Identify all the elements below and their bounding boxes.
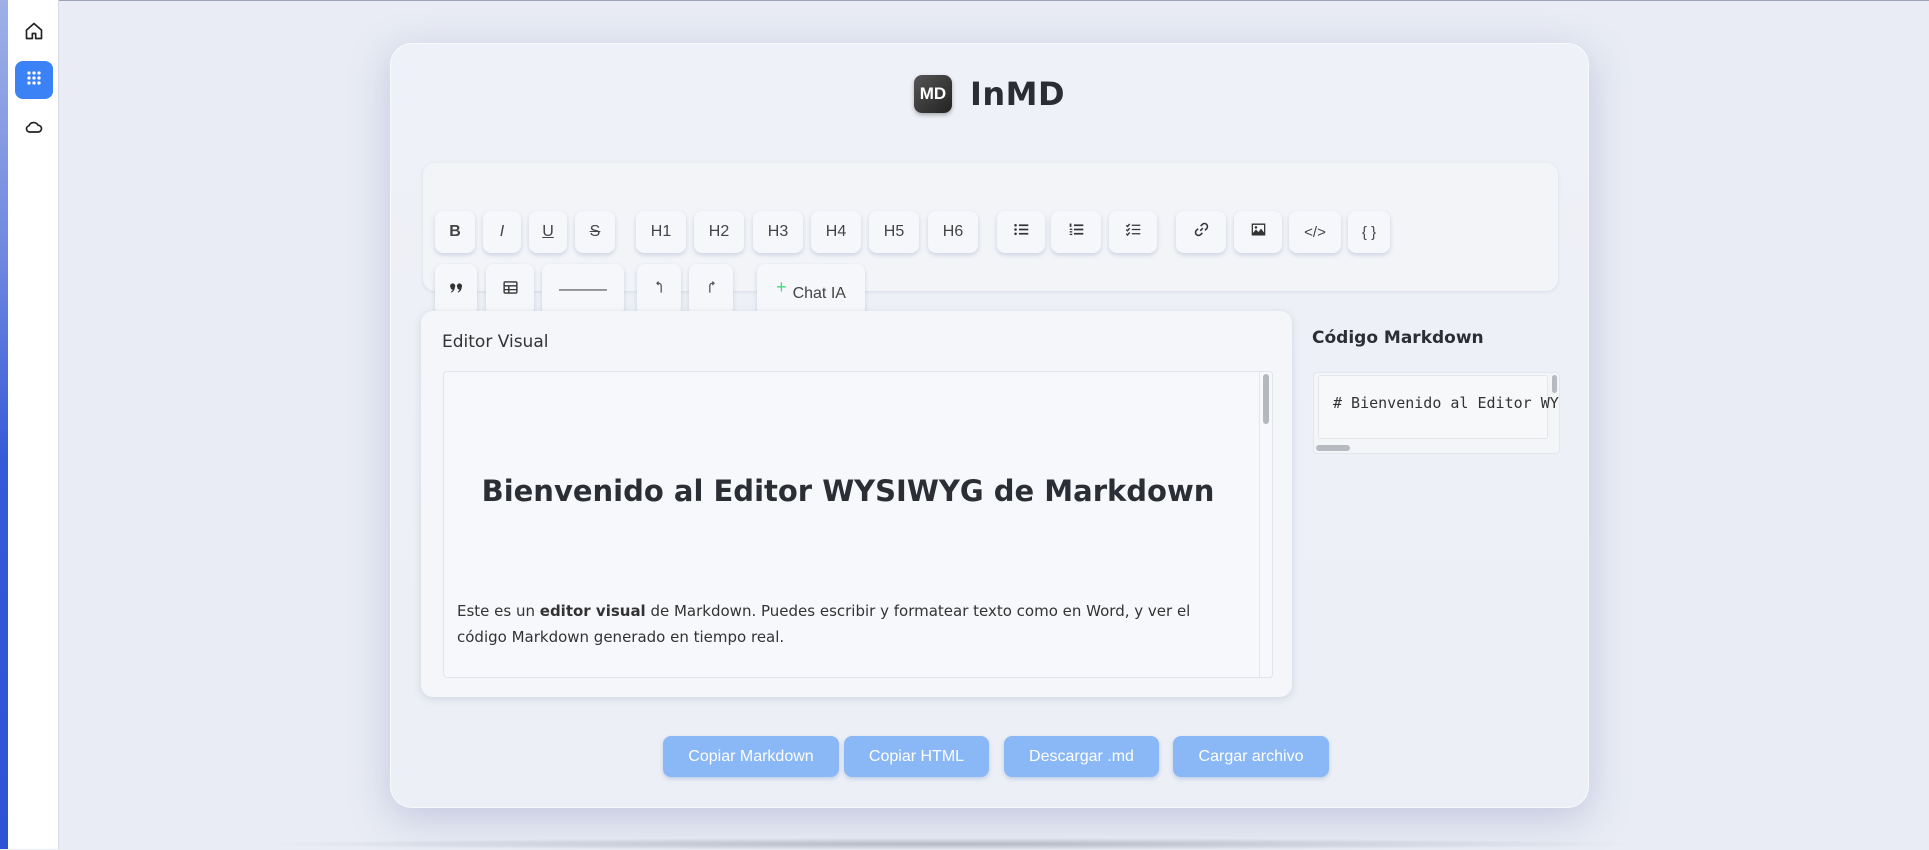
image-button[interactable]: [1234, 211, 1282, 253]
redo-button[interactable]: [689, 264, 733, 316]
window-shadow: [250, 838, 1650, 850]
image-icon: [1250, 221, 1267, 243]
visual-editor-panel: Editor Visual Bienvenido al Editor WYSIW…: [421, 311, 1292, 697]
blockquote-button[interactable]: [435, 264, 477, 316]
app-name: InMD: [969, 75, 1066, 113]
undo-button[interactable]: [637, 264, 681, 316]
markdown-textarea[interactable]: # Bienvenido al Editor WYSIWYG de Markdo…: [1318, 375, 1559, 439]
table-button[interactable]: [486, 264, 534, 316]
task-list-button[interactable]: [1109, 211, 1157, 253]
markdown-code-title: Código Markdown: [1312, 328, 1484, 348]
home-icon: [24, 21, 44, 45]
italic-button[interactable]: I: [483, 211, 521, 253]
heading-5-button[interactable]: H5: [869, 211, 919, 253]
app-logo: MD: [913, 75, 952, 113]
link-button[interactable]: [1176, 211, 1226, 253]
cloud-icon: [24, 117, 44, 141]
undo-icon: [651, 279, 668, 301]
numbered-list-button[interactable]: [1051, 211, 1101, 253]
desktop-wallpaper-edge: [0, 0, 8, 849]
window-top-edge: [0, 0, 1929, 1]
inline-code-button[interactable]: </>: [1289, 211, 1341, 253]
app-card: MD InMD B I U S H1 H2 H3 H4 H5 H6 </> {…: [390, 43, 1589, 808]
bullet-list-button[interactable]: [997, 211, 1045, 253]
dock-cloud-button[interactable]: [15, 110, 53, 148]
wysiwyg-editor-area[interactable]: Bienvenido al Editor WYSIWYG de Markdown…: [443, 371, 1273, 678]
bullet-list-icon: [1013, 221, 1030, 243]
app-header: MD InMD: [390, 75, 1589, 113]
markdown-code-text: # Bienvenido al Editor WYSIWYG de Markdo…: [1333, 394, 1559, 412]
dock-home-button[interactable]: [15, 14, 53, 52]
copy-markdown-button[interactable]: Copiar Markdown: [663, 736, 839, 777]
strikethrough-button[interactable]: S: [575, 211, 615, 253]
heading-3-button[interactable]: H3: [753, 211, 803, 253]
heading-4-button[interactable]: H4: [811, 211, 861, 253]
editor-scrollbar-thumb[interactable]: [1263, 374, 1269, 424]
quote-icon: [448, 279, 465, 301]
paragraph-bold-text: editor visual: [539, 602, 646, 620]
horizontal-rule-button[interactable]: ———: [542, 264, 624, 316]
markdown-code-panel: # Bienvenido al Editor WYSIWYG de Markdo…: [1313, 372, 1560, 454]
markdown-vertical-scrollbar[interactable]: [1552, 375, 1557, 393]
heading-2-button[interactable]: H2: [694, 211, 744, 253]
heading-1-button[interactable]: H1: [636, 211, 686, 253]
bold-button[interactable]: B: [435, 211, 475, 253]
code-block-button[interactable]: { }: [1348, 211, 1390, 253]
copy-html-button[interactable]: Copiar HTML: [844, 736, 989, 777]
formatting-toolbar: B I U S H1 H2 H3 H4 H5 H6 </> {} ——— + …: [423, 163, 1558, 316]
link-icon: [1193, 221, 1210, 243]
redo-icon: [703, 279, 720, 301]
markdown-horizontal-scrollbar[interactable]: [1316, 445, 1350, 451]
document-heading[interactable]: Bienvenido al Editor WYSIWYG de Markdown: [444, 474, 1252, 508]
document-paragraph[interactable]: Este es un editor visual de Markdown. Pu…: [457, 598, 1237, 650]
chat-ia-button[interactable]: + Chat IA: [757, 264, 865, 316]
table-icon: [502, 279, 519, 301]
paragraph-text-start: Este es un: [457, 602, 540, 620]
numbered-list-icon: [1068, 221, 1085, 243]
heading-6-button[interactable]: H6: [928, 211, 978, 253]
chat-ia-label: Chat IA: [792, 285, 846, 302]
underline-button[interactable]: U: [529, 211, 567, 253]
sparkle-icon: +: [776, 276, 787, 297]
load-file-button[interactable]: Cargar archivo: [1173, 736, 1329, 777]
apps-grid-icon: [24, 68, 44, 92]
left-dock: [0, 0, 59, 849]
dock-apps-button[interactable]: [15, 61, 53, 99]
checklist-icon: [1125, 221, 1142, 243]
download-md-button[interactable]: Descargar .md: [1004, 736, 1159, 777]
visual-editor-title: Editor Visual: [442, 332, 549, 352]
